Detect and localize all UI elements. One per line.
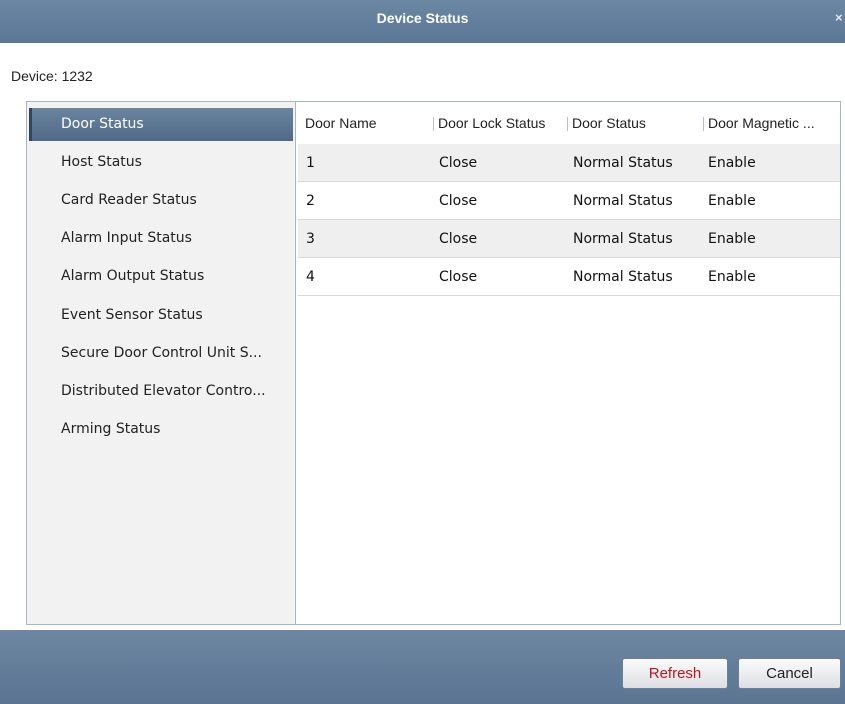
column-divider bbox=[703, 117, 704, 132]
column-divider bbox=[433, 117, 434, 132]
door-magnetic-cell: Enable bbox=[708, 231, 756, 247]
refresh-button[interactable]: Refresh bbox=[622, 658, 728, 689]
sidebar-item-distributed-elevator-control[interactable]: Distributed Elevator Contro... bbox=[29, 375, 293, 408]
column-divider bbox=[567, 117, 568, 132]
sidebar-item-secure-door-control-unit-status[interactable]: Secure Door Control Unit S... bbox=[29, 337, 293, 370]
sidebar-item-card-reader-status[interactable]: Card Reader Status bbox=[29, 184, 293, 217]
door-status-cell: Normal Status bbox=[573, 155, 673, 171]
close-icon[interactable]: × bbox=[835, 11, 845, 25]
door-lock-status-cell: Close bbox=[439, 155, 478, 171]
title-bar: Device Status × bbox=[0, 0, 845, 43]
table-row[interactable]: 1 Close Normal Status Enable bbox=[298, 144, 840, 182]
status-category-list: Door Status Host Status Card Reader Stat… bbox=[27, 102, 296, 624]
door-status-cell: Normal Status bbox=[573, 269, 673, 285]
door-lock-status-cell: Close bbox=[439, 193, 478, 209]
door-status-cell: Normal Status bbox=[573, 193, 673, 209]
column-header-door-magnetic[interactable]: Door Magnetic ... bbox=[703, 102, 840, 144]
sidebar-item-alarm-output-status[interactable]: Alarm Output Status bbox=[29, 260, 293, 293]
door-lock-status-cell: Close bbox=[439, 231, 478, 247]
table-header: Door Name Door Lock Status Door Status D… bbox=[298, 102, 840, 144]
device-label: Device: 1232 bbox=[11, 68, 93, 84]
column-header-label: Door Magnetic ... bbox=[708, 115, 815, 131]
door-name-cell: 1 bbox=[306, 155, 315, 171]
sidebar-item-arming-status[interactable]: Arming Status bbox=[29, 413, 293, 446]
column-header-door-lock-status[interactable]: Door Lock Status bbox=[433, 102, 567, 144]
door-magnetic-cell: Enable bbox=[708, 155, 756, 171]
window-title: Device Status bbox=[376, 10, 469, 26]
door-name-cell: 4 bbox=[306, 269, 315, 285]
column-header-label: Door Status bbox=[572, 115, 646, 131]
column-header-label: Door Name bbox=[305, 115, 377, 131]
sidebar-item-alarm-input-status[interactable]: Alarm Input Status bbox=[29, 222, 293, 255]
column-header-label: Door Lock Status bbox=[438, 115, 546, 131]
cancel-button[interactable]: Cancel bbox=[738, 658, 841, 689]
table-row[interactable]: 4 Close Normal Status Enable bbox=[298, 258, 840, 296]
status-panel: Door Status Host Status Card Reader Stat… bbox=[26, 101, 841, 625]
sidebar-item-host-status[interactable]: Host Status bbox=[29, 146, 293, 179]
door-lock-status-cell: Close bbox=[439, 269, 478, 285]
door-magnetic-cell: Enable bbox=[708, 269, 756, 285]
door-name-cell: 2 bbox=[306, 193, 315, 209]
table-row[interactable]: 3 Close Normal Status Enable bbox=[298, 220, 840, 258]
door-status-table: Door Name Door Lock Status Door Status D… bbox=[298, 102, 840, 624]
door-name-cell: 3 bbox=[306, 231, 315, 247]
sidebar-item-door-status[interactable]: Door Status bbox=[29, 108, 293, 141]
column-header-door-status[interactable]: Door Status bbox=[567, 102, 703, 144]
table-row[interactable]: 2 Close Normal Status Enable bbox=[298, 182, 840, 220]
door-status-cell: Normal Status bbox=[573, 231, 673, 247]
column-header-door-name[interactable]: Door Name bbox=[305, 102, 431, 144]
door-magnetic-cell: Enable bbox=[708, 193, 756, 209]
sidebar-item-event-sensor-status[interactable]: Event Sensor Status bbox=[29, 299, 293, 332]
